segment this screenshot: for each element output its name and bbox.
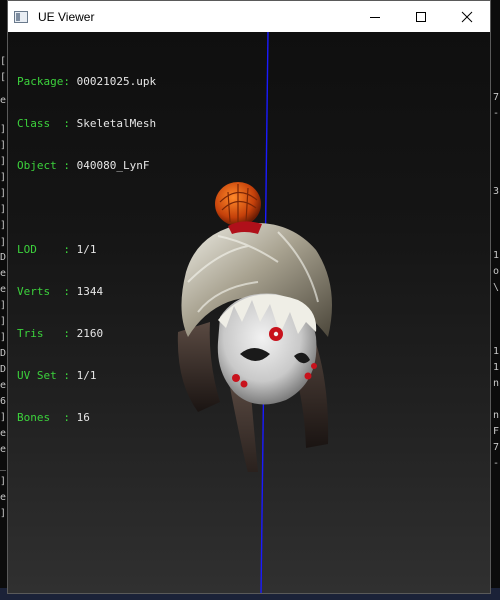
ue-viewer-window: UE Viewer Package: 00021025.upk Class : … (7, 0, 491, 594)
info-value: 040080_LynF (76, 159, 150, 172)
info-row-tris: Tris : 2160 (17, 327, 156, 341)
maximize-icon (416, 11, 426, 22)
info-value: 1/1 (76, 369, 97, 382)
info-row-class: Class : SkeletalMesh (17, 117, 156, 131)
info-value: 00021025.upk (76, 75, 157, 88)
maximize-button[interactable] (398, 1, 444, 32)
background-console-left-edge: [[e ]]] ]]] ]] D e e] ]] D De6 ] e e _] e ] (0, 56, 7, 519)
info-label: LOD : (17, 243, 70, 256)
info-label: UV Set : (17, 369, 70, 382)
info-label: Object : (17, 159, 70, 172)
info-row-bones: Bones : 16 (17, 411, 156, 425)
info-value: 2160 (76, 327, 104, 340)
info-row-lod: LOD : 1/1 (17, 243, 156, 257)
window-title: UE Viewer (38, 9, 95, 24)
skeletal-mesh-render (177, 182, 332, 472)
info-label: Bones : (17, 411, 70, 424)
info-value: 1/1 (76, 243, 97, 256)
close-button[interactable] (444, 1, 490, 32)
info-value: SkeletalMesh (76, 117, 157, 130)
app-window-icon (14, 10, 28, 23)
info-value: 16 (76, 411, 90, 424)
window-controls (352, 1, 490, 32)
info-label: Verts : (17, 285, 70, 298)
title-bar[interactable]: UE Viewer (8, 1, 490, 32)
background-console-right-edge: 7-3 1 o \ 11n nF7 - (493, 92, 500, 469)
info-gap (17, 201, 156, 215)
info-row-object: Object : 040080_LynF (17, 159, 156, 173)
3d-viewport[interactable]: Package: 00021025.upk Class : SkeletalMe… (8, 32, 490, 593)
info-row-verts: Verts : 1344 (17, 285, 156, 299)
mesh-info-panel: Package: 00021025.upk Class : SkeletalMe… (17, 47, 156, 453)
info-label: Class : (17, 117, 70, 130)
info-row-uvset: UV Set : 1/1 (17, 369, 156, 383)
minimize-icon (370, 16, 380, 18)
minimize-button[interactable] (352, 1, 398, 32)
info-label: Package: (17, 75, 70, 88)
info-value: 1344 (76, 285, 104, 298)
close-icon (461, 11, 473, 22)
info-row-package: Package: 00021025.upk (17, 75, 156, 89)
info-label: Tris : (17, 327, 70, 340)
